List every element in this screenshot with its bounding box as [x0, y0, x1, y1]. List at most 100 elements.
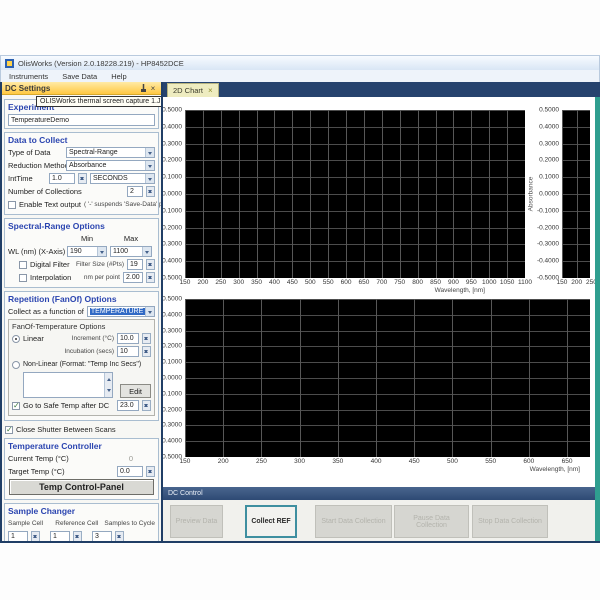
menu-instruments[interactable]: Instruments	[9, 72, 48, 81]
inttime-row: IntTime 1.0 SECONDS	[8, 173, 155, 184]
preview-data-button[interactable]: Preview Data	[170, 505, 223, 538]
safe-temp-spinner[interactable]	[142, 400, 151, 411]
reference-cell-input[interactable]: 1	[50, 531, 70, 541]
sample-changer-group: Sample Changer Sample Cell Reference Cel…	[4, 503, 159, 541]
collections-row: Number of Collections 2	[8, 186, 155, 197]
dc-control-header[interactable]: DC Control	[163, 487, 600, 500]
scrollbar[interactable]	[104, 373, 112, 397]
close-shutter-row: Close Shutter Between Scans	[5, 424, 158, 435]
filter-size-input[interactable]: 19	[127, 259, 143, 270]
filter-size-spinner[interactable]	[146, 259, 155, 270]
increment-spinner[interactable]	[142, 333, 151, 344]
sample-cell-label: Sample Cell	[8, 520, 52, 527]
sample-cell-spinner[interactable]	[31, 531, 40, 541]
enable-text-checkbox[interactable]	[8, 201, 16, 209]
plot-area[interactable]	[185, 299, 590, 457]
type-of-data-combo[interactable]: Spectral-Range	[66, 147, 155, 158]
close-shutter-label: Close Shutter Between Scans	[16, 425, 116, 434]
wl-min-value: 190	[70, 248, 82, 255]
start-data-collection-button[interactable]: Start Data Collection	[315, 505, 392, 538]
target-temp-spinner[interactable]	[146, 466, 155, 477]
tab-strip: 2D Chart ×	[163, 82, 600, 97]
increment-label: Increment (°C)	[72, 335, 114, 342]
chart-top-left: Absorbance 0.50000.40000.30000.20000.100…	[185, 110, 525, 278]
x-axis-label: Wavelength, [nm]	[530, 466, 580, 473]
menu-save-data[interactable]: Save Data	[62, 72, 97, 81]
collections-input[interactable]: 2	[127, 186, 143, 197]
y-axis-label: Absorbance	[528, 177, 535, 212]
chart-bottom: Absorbance 0.50000.40000.30000.20000.100…	[185, 299, 590, 457]
samples-to-cycle-spinner[interactable]	[115, 531, 124, 541]
digital-filter-row: Digital Filter Filter Size (#Pts) 19	[8, 259, 155, 270]
enable-text-label: Enable Text output	[19, 200, 81, 209]
digital-filter-label: Digital Filter	[30, 260, 70, 269]
target-temp-input[interactable]: 0.0	[117, 466, 143, 477]
type-of-data-row: Type of Data Spectral-Range	[8, 147, 155, 158]
safe-temp-input[interactable]: 23.0	[117, 400, 139, 411]
increment-input[interactable]: 10.0	[117, 333, 139, 344]
wl-max-combo[interactable]: 1100	[110, 246, 152, 257]
spectral-range-group: Spectral-Range Options Min Max WL (nm) (…	[4, 218, 159, 288]
collections-spinner[interactable]	[146, 186, 155, 197]
experiment-input[interactable]: TemperatureDemo	[8, 114, 155, 126]
nm-per-point-input[interactable]: 2.00	[123, 272, 143, 283]
chevron-down-icon	[145, 307, 154, 316]
y-axis-ticks: 0.50000.40000.30000.20000.10000.0000-0.1…	[540, 110, 561, 278]
incubation-input[interactable]: 10	[117, 346, 139, 357]
interpolation-label: Interpolation	[30, 273, 71, 282]
inttime-spinner[interactable]	[78, 173, 87, 184]
temp-steps-listbox[interactable]	[23, 372, 113, 398]
reference-cell-spinner[interactable]	[73, 531, 82, 541]
chevron-down-icon	[145, 148, 154, 157]
safe-temp-checkbox[interactable]	[12, 402, 20, 410]
function-label: Collect as a function of	[8, 307, 84, 316]
plot-area[interactable]	[562, 110, 590, 278]
function-combo[interactable]: TEMPERATURE (°C)	[87, 306, 155, 317]
wl-min-combo[interactable]: 190	[67, 246, 107, 257]
digital-filter-checkbox[interactable]	[19, 261, 27, 269]
max-header: Max	[110, 234, 152, 243]
menu-bar: Instruments Save Data Help	[0, 70, 600, 82]
close-shutter-checkbox[interactable]	[5, 426, 13, 434]
tab-label: 2D Chart	[173, 86, 203, 95]
tab-close-icon[interactable]: ×	[208, 86, 213, 95]
dc-settings-title: DC Settings	[5, 84, 138, 93]
dc-settings-body: OLISWorks thermal screen capture 1.JPG E…	[2, 95, 161, 541]
incubation-label: Incubation (secs)	[65, 348, 115, 355]
inttime-units-combo[interactable]: SECONDS	[90, 173, 155, 184]
plot-area[interactable]	[185, 110, 525, 278]
window-title: OlisWorks (Version 2.0.18228.219) - HP84…	[18, 59, 184, 68]
temp-control-panel-button[interactable]: Temp Control-Panel	[9, 479, 154, 495]
pause-data-collection-button[interactable]: Pause Data Collection	[394, 505, 469, 538]
y-axis-ticks: 0.50000.40000.30000.20000.10000.0000-0.1…	[163, 110, 184, 278]
sample-cell-input[interactable]: 1	[8, 531, 28, 541]
nonlinear-radio[interactable]	[12, 361, 20, 369]
nm-per-point-spinner[interactable]	[146, 272, 155, 283]
pin-icon[interactable]	[138, 83, 148, 93]
linear-label: Linear	[23, 334, 44, 343]
charts-panel: Absorbance 0.50000.40000.30000.20000.100…	[163, 97, 595, 487]
incubation-spinner[interactable]	[142, 346, 151, 357]
repetition-group: Repetition (FanOf) Options Collect as a …	[4, 291, 159, 421]
dc-settings-header[interactable]: DC Settings ×	[2, 82, 161, 95]
minmax-header-row: Min Max	[8, 233, 155, 244]
chart-top-right: Absorbance 0.50000.40000.30000.20000.100…	[562, 110, 590, 278]
dc-control-title: DC Control	[168, 490, 203, 497]
target-temp-row: Target Temp (°C) 0.0	[8, 466, 155, 477]
x-axis-ticks: 150200250	[562, 278, 590, 287]
interpolation-checkbox[interactable]	[19, 274, 27, 282]
tab-2d-chart[interactable]: 2D Chart ×	[167, 83, 219, 97]
reduction-method-combo[interactable]: Absorbance	[66, 160, 155, 171]
inttime-input[interactable]: 1.0	[49, 173, 75, 184]
linear-row: Linear Increment (°C) 10.0	[12, 333, 151, 344]
menu-help[interactable]: Help	[111, 72, 126, 81]
edit-button[interactable]: Edit	[120, 384, 151, 398]
collect-ref-button[interactable]: Collect REF	[245, 505, 297, 538]
title-bar[interactable]: OlisWorks (Version 2.0.18228.219) - HP84…	[0, 55, 600, 70]
stop-data-collection-button[interactable]: Stop Data Collection	[472, 505, 548, 538]
linear-radio[interactable]	[12, 335, 20, 343]
sample-changer-values: 1 1 3	[8, 531, 155, 541]
samples-to-cycle-input[interactable]: 3	[92, 531, 112, 541]
close-icon[interactable]: ×	[148, 83, 158, 93]
temperature-controller-title: Temperature Controller	[8, 441, 155, 451]
